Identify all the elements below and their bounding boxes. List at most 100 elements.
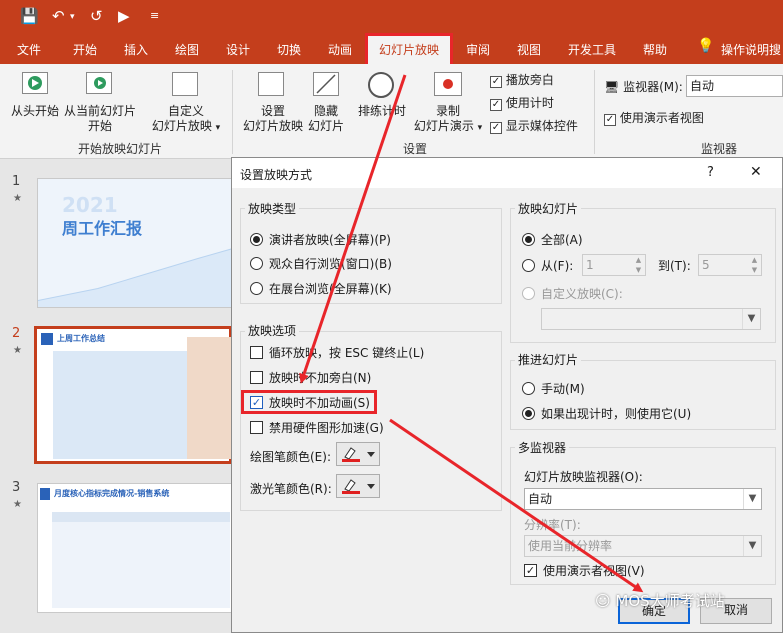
no-narration-label: 放映时不加旁白(N) xyxy=(269,371,372,385)
transition-star-icon: ★ xyxy=(13,345,22,356)
from-spinner[interactable]: ▲ ▼ xyxy=(632,255,645,275)
checkbox-checked[interactable]: ✓ xyxy=(604,114,616,126)
tab-view[interactable]: 视图 xyxy=(517,41,541,58)
rehearse-timings-button[interactable]: 排练计时 xyxy=(354,104,410,119)
tab-review[interactable]: 审阅 xyxy=(466,41,490,58)
custom-show-button[interactable]: 自定义 幻灯片放映 ▾ xyxy=(146,104,226,136)
dialog-presenter-view-checkbox[interactable]: ✓ xyxy=(524,564,537,577)
record-label-2: 幻灯片演示 ▾ xyxy=(413,119,483,133)
checkbox-checked[interactable]: ✓ xyxy=(490,76,502,88)
monitor-select[interactable]: 自动 xyxy=(686,75,783,97)
slide-title: 上周工作总结 xyxy=(57,334,105,343)
monitor-icon: 🖥 xyxy=(604,80,620,94)
watermark: ☺ MOS大师考试站 xyxy=(595,592,725,610)
slides-from-radio[interactable] xyxy=(522,259,535,272)
slide-thumbnail-2-selected[interactable]: 上周工作总结 xyxy=(34,326,232,464)
dialog-titlebar xyxy=(232,158,782,188)
pen-color-icon xyxy=(342,447,375,462)
presenter-view-checkbox[interactable]: ✓ 使用演示者视图 xyxy=(604,109,704,126)
advance-timing-radio[interactable] xyxy=(522,407,535,420)
from-current-label-2: 开始 xyxy=(87,119,112,133)
hide-slide-button[interactable]: 隐藏 幻灯片 xyxy=(302,104,350,134)
loop-checkbox[interactable] xyxy=(250,346,263,359)
laser-color-icon xyxy=(342,479,375,494)
show-options-legend: 放映选项 xyxy=(245,322,300,339)
dialog-title: 设置放映方式 xyxy=(240,168,313,182)
advance-manual-radio[interactable] xyxy=(522,382,535,395)
tell-me-search[interactable]: 操作说明搜 xyxy=(721,41,781,58)
stopwatch-icon xyxy=(368,72,394,98)
from-current-icon xyxy=(86,72,112,94)
custom-show-radio[interactable] xyxy=(522,287,535,300)
advance-timing-label: 如果出现计时，则使用它(U) xyxy=(541,407,692,421)
custom-show-label-2: 幻灯片放映 ▾ xyxy=(151,119,221,133)
redo-icon[interactable]: ↺ xyxy=(90,7,103,25)
advance-legend: 推进幻灯片 xyxy=(515,351,582,368)
custom-show-label-1: 自定义 xyxy=(167,104,204,118)
chevron-down-icon: ▼ xyxy=(743,536,761,556)
slide-number: 1 xyxy=(12,174,21,189)
slide-content-block xyxy=(53,351,193,459)
tab-file[interactable]: 文件 xyxy=(17,41,41,58)
show-type-kiosk-radio[interactable] xyxy=(250,282,263,295)
present-from-start-icon[interactable]: ▶ xyxy=(118,7,130,25)
play-narrations-label: 播放旁白 xyxy=(505,73,554,87)
no-animation-label: 放映时不加动画(S) xyxy=(269,396,370,410)
undo-dropdown-icon[interactable]: ▾ xyxy=(70,12,75,22)
help-button[interactable]: ? xyxy=(707,165,714,180)
show-type-window-label: 观众自行浏览(窗口)(B) xyxy=(269,257,392,271)
play-narrations-checkbox[interactable]: ✓ 播放旁白 xyxy=(490,71,554,88)
tab-developer[interactable]: 开发工具 xyxy=(568,41,616,58)
slides-all-radio[interactable] xyxy=(522,233,535,246)
show-monitor-label: 幻灯片放映监视器(O): xyxy=(524,470,643,484)
transition-star-icon: ★ xyxy=(13,193,22,204)
slide-year: 2021 xyxy=(62,193,118,217)
record-icon xyxy=(434,72,462,96)
tab-transitions[interactable]: 切换 xyxy=(277,41,301,58)
disable-hw-accel-checkbox[interactable] xyxy=(250,421,263,434)
custom-show-select[interactable]: ▼ xyxy=(541,308,761,330)
tab-help[interactable]: 帮助 xyxy=(643,41,667,58)
undo-icon[interactable]: ↶ xyxy=(52,7,65,25)
slides-range-legend: 放映幻灯片 xyxy=(515,200,582,217)
slide-thumbnail-3[interactable]: 月度核心指标完成情况-销售系统 xyxy=(37,483,232,613)
record-slide-show-button[interactable]: 录制 幻灯片演示 ▾ xyxy=(408,104,488,136)
show-type-window-radio[interactable] xyxy=(250,257,263,270)
use-timings-checkbox[interactable]: ✓ 使用计时 xyxy=(490,94,554,111)
tab-animations[interactable]: 动画 xyxy=(328,41,352,58)
show-monitor-select[interactable]: 自动 ▼ xyxy=(524,488,762,510)
setup-show-label-2: 幻灯片放映 xyxy=(242,119,303,133)
ribbon: 从头开始 从当前幻灯片 开始 自定义 幻灯片放映 ▾ 开始放映幻灯片 设置 幻灯… xyxy=(0,64,783,159)
group-divider xyxy=(594,70,595,154)
slide-title: 月度核心指标完成情况-销售系统 xyxy=(54,489,170,498)
tab-slide-show[interactable]: 幻灯片放映 xyxy=(365,33,453,69)
no-animation-checkbox[interactable]: ✓ xyxy=(250,396,263,409)
tab-insert[interactable]: 插入 xyxy=(124,41,148,58)
show-type-presenter-radio[interactable] xyxy=(250,233,263,246)
no-narration-checkbox[interactable] xyxy=(250,371,263,384)
show-media-controls-checkbox[interactable]: ✓ 显示媒体控件 xyxy=(490,117,578,134)
chevron-down-icon: ▼ xyxy=(743,489,761,509)
pen-color-label: 绘图笔颜色(E): xyxy=(250,450,331,464)
tab-design[interactable]: 设计 xyxy=(226,41,250,58)
save-icon[interactable]: 💾 xyxy=(20,7,39,25)
laser-color-button[interactable] xyxy=(336,474,380,498)
checkbox-checked[interactable]: ✓ xyxy=(490,122,502,134)
resolution-select[interactable]: 使用当前分辨率 ▼ xyxy=(524,535,762,557)
from-current-button[interactable]: 从当前幻灯片 开始 xyxy=(62,104,138,134)
close-button[interactable]: ✕ xyxy=(750,164,762,180)
slide-thumbnail-1[interactable]: 2021 周工作汇报 xyxy=(37,178,232,308)
tab-draw[interactable]: 绘图 xyxy=(175,41,199,58)
from-start-button[interactable]: 从头开始 xyxy=(6,104,64,119)
slide-mark xyxy=(41,333,53,345)
customize-toolbar-icon[interactable]: ≡ xyxy=(150,9,159,22)
setup-show-button[interactable]: 设置 幻灯片放映 xyxy=(238,104,308,134)
slides-from-label: 从(F): xyxy=(541,259,574,273)
monitor-label: 🖥 监视器(M): xyxy=(604,80,683,94)
loop-label: 循环放映，按 ESC 键终止(L) xyxy=(269,346,425,360)
pen-color-button[interactable] xyxy=(336,442,380,466)
tab-home[interactable]: 开始 xyxy=(73,41,97,58)
slide-photo xyxy=(187,337,231,459)
to-spinner[interactable]: ▲ ▼ xyxy=(748,255,761,275)
checkbox-checked[interactable]: ✓ xyxy=(490,99,502,111)
